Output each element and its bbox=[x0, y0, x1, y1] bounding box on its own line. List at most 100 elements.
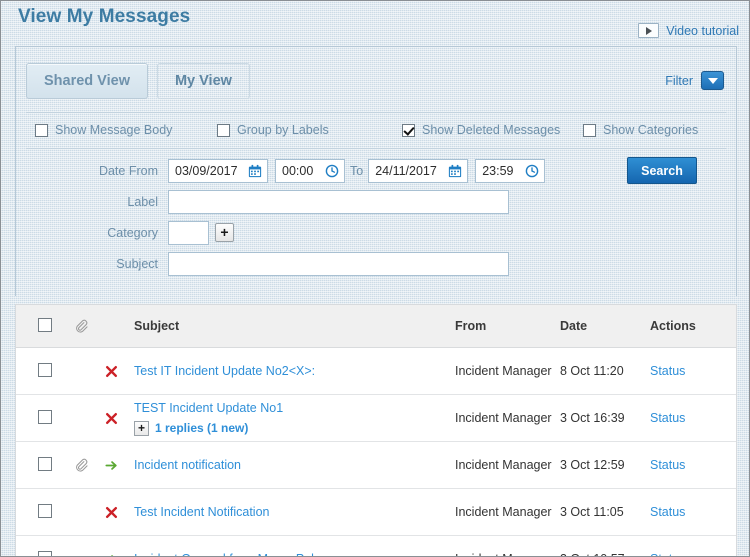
messages-table-container: Subject From Date Actions Test IT Incide… bbox=[15, 304, 737, 556]
row-checkbox[interactable] bbox=[38, 550, 52, 556]
row-actions-cell: Status bbox=[650, 488, 736, 536]
view-tabs: Shared View My View bbox=[26, 63, 250, 99]
table-row: Test IT Incident Update No2<X>: Incident… bbox=[16, 347, 736, 395]
search-button[interactable]: Search bbox=[627, 157, 697, 184]
header-subject[interactable]: Subject bbox=[134, 305, 455, 348]
row-actions-cell: Status bbox=[650, 347, 736, 395]
panel-divider bbox=[26, 112, 726, 113]
paperclip-icon[interactable] bbox=[74, 458, 88, 472]
filter-toggle[interactable]: Filter bbox=[665, 71, 724, 90]
message-subject-link[interactable]: Test Incident Notification bbox=[134, 505, 270, 519]
row-date-cell: 8 Oct 11:20 bbox=[560, 347, 650, 395]
green-arrow-icon bbox=[105, 460, 117, 470]
checkbox-show-categories[interactable]: Show Categories bbox=[583, 123, 698, 137]
row-select-cell[interactable] bbox=[16, 394, 74, 442]
row-from-cell: Incident Manager bbox=[455, 347, 560, 395]
play-icon[interactable] bbox=[638, 23, 660, 38]
checkbox-label: Show Message Body bbox=[55, 123, 173, 137]
time-from-input[interactable] bbox=[275, 158, 345, 183]
add-category-button[interactable]: + bbox=[215, 223, 234, 242]
checkbox-box[interactable] bbox=[402, 123, 415, 137]
row-select-cell[interactable] bbox=[16, 441, 74, 489]
tab-my-view[interactable]: My View bbox=[156, 63, 250, 99]
checkbox-group-by-labels[interactable]: Group by Labels bbox=[217, 123, 329, 137]
red-x-icon bbox=[105, 412, 118, 424]
row-select-cell[interactable] bbox=[16, 347, 74, 395]
date-from-field-wrap bbox=[168, 158, 268, 183]
message-subject-link[interactable]: Incident Opened from Marco Polo bbox=[134, 552, 321, 556]
status-link[interactable]: Status bbox=[650, 411, 685, 425]
status-link[interactable]: Status bbox=[650, 552, 685, 556]
paperclip-icon bbox=[76, 319, 88, 333]
time-from-field-wrap bbox=[275, 158, 345, 183]
checkbox-show-message-body[interactable]: Show Message Body bbox=[35, 123, 172, 137]
checkbox-box[interactable] bbox=[583, 123, 596, 137]
video-tutorial-link[interactable]: Video tutorial bbox=[666, 24, 739, 38]
row-status-icon-cell bbox=[104, 535, 134, 556]
message-subject-link[interactable]: Incident notification bbox=[134, 458, 241, 472]
row-checkbox[interactable] bbox=[38, 409, 52, 424]
time-to-field-wrap bbox=[475, 158, 546, 183]
row-actions-cell: Status bbox=[650, 535, 736, 556]
checkbox-box[interactable] bbox=[217, 123, 230, 137]
subject-row: Subject bbox=[16, 248, 736, 279]
row-select-cell[interactable] bbox=[16, 488, 74, 536]
subject-input[interactable] bbox=[168, 251, 509, 276]
header-select-all[interactable] bbox=[16, 305, 74, 348]
row-date-cell: 3 Oct 16:39 bbox=[560, 394, 650, 442]
row-from-cell: Incident Manager bbox=[455, 441, 560, 489]
row-checkbox[interactable] bbox=[38, 503, 52, 518]
options-divider bbox=[26, 148, 726, 149]
category-input[interactable] bbox=[168, 220, 209, 245]
message-subject-link[interactable]: Test IT Incident Update No2<X>: bbox=[134, 364, 315, 378]
checkbox-label: Group by Labels bbox=[237, 123, 329, 137]
row-checkbox[interactable] bbox=[38, 456, 52, 471]
replies-toggle[interactable]: + 1 replies (1 new) bbox=[134, 420, 455, 436]
video-tutorial[interactable]: Video tutorial bbox=[638, 23, 739, 38]
header-from[interactable]: From bbox=[455, 305, 560, 348]
status-link[interactable]: Status bbox=[650, 505, 685, 519]
row-attachment-cell bbox=[74, 535, 104, 556]
expand-replies-icon[interactable]: + bbox=[134, 420, 149, 436]
filter-panel: Shared View My View Filter Show Message … bbox=[15, 46, 737, 296]
row-status-icon-cell bbox=[104, 347, 134, 395]
label-input[interactable] bbox=[168, 189, 509, 214]
date-range-row: Date From 03/09/2017 00:00 To 24/11/2017… bbox=[16, 155, 736, 186]
green-arrow-icon bbox=[111, 554, 114, 556]
select-all-checkbox[interactable] bbox=[38, 317, 52, 332]
replies-count-label[interactable]: 1 replies (1 new) bbox=[155, 421, 248, 435]
row-checkbox[interactable] bbox=[38, 362, 52, 377]
row-attachment-cell[interactable] bbox=[74, 441, 104, 489]
table-row: Incident Opened from Marco Polo Incident… bbox=[16, 535, 736, 556]
view-my-messages-window: View My Messages Video tutorial Shared V… bbox=[0, 0, 750, 557]
status-link[interactable]: Status bbox=[650, 458, 685, 472]
checkbox-label: Show Deleted Messages bbox=[422, 123, 561, 137]
red-x-icon bbox=[105, 506, 118, 518]
status-link[interactable]: Status bbox=[650, 364, 685, 378]
tab-shared-view[interactable]: Shared View bbox=[26, 63, 148, 99]
row-subject-cell: Incident notification bbox=[134, 441, 455, 489]
time-to-input[interactable] bbox=[475, 158, 546, 183]
row-from-cell: Incident Manager bbox=[455, 394, 560, 442]
row-select-cell[interactable] bbox=[16, 535, 74, 556]
row-attachment-cell bbox=[74, 488, 104, 536]
row-status-icon-cell bbox=[104, 441, 134, 489]
header-date[interactable]: Date bbox=[560, 305, 650, 348]
category-field-label: Category bbox=[107, 225, 158, 240]
checkbox-show-deleted-messages[interactable]: Show Deleted Messages bbox=[402, 123, 560, 137]
header-status-icon bbox=[104, 305, 134, 348]
date-to-input[interactable] bbox=[368, 158, 469, 183]
label-row: Label bbox=[16, 186, 736, 217]
table-row: TEST Incident Update No1 + 1 replies (1 … bbox=[16, 394, 736, 442]
row-date-cell: 3 Oct 12:59 bbox=[560, 441, 650, 489]
table-header-row: Subject From Date Actions bbox=[16, 305, 736, 348]
checkbox-box[interactable] bbox=[35, 123, 48, 137]
row-actions-cell: Status bbox=[650, 441, 736, 489]
checkbox-label: Show Categories bbox=[603, 123, 699, 137]
chevron-down-icon[interactable] bbox=[701, 71, 724, 90]
message-subject-link[interactable]: TEST Incident Update No1 bbox=[134, 401, 283, 415]
row-actions-cell: Status bbox=[650, 394, 736, 442]
date-from-input[interactable] bbox=[168, 158, 268, 183]
filter-label: Filter bbox=[665, 73, 693, 88]
table-row: Test Incident Notification Incident Mana… bbox=[16, 488, 736, 536]
